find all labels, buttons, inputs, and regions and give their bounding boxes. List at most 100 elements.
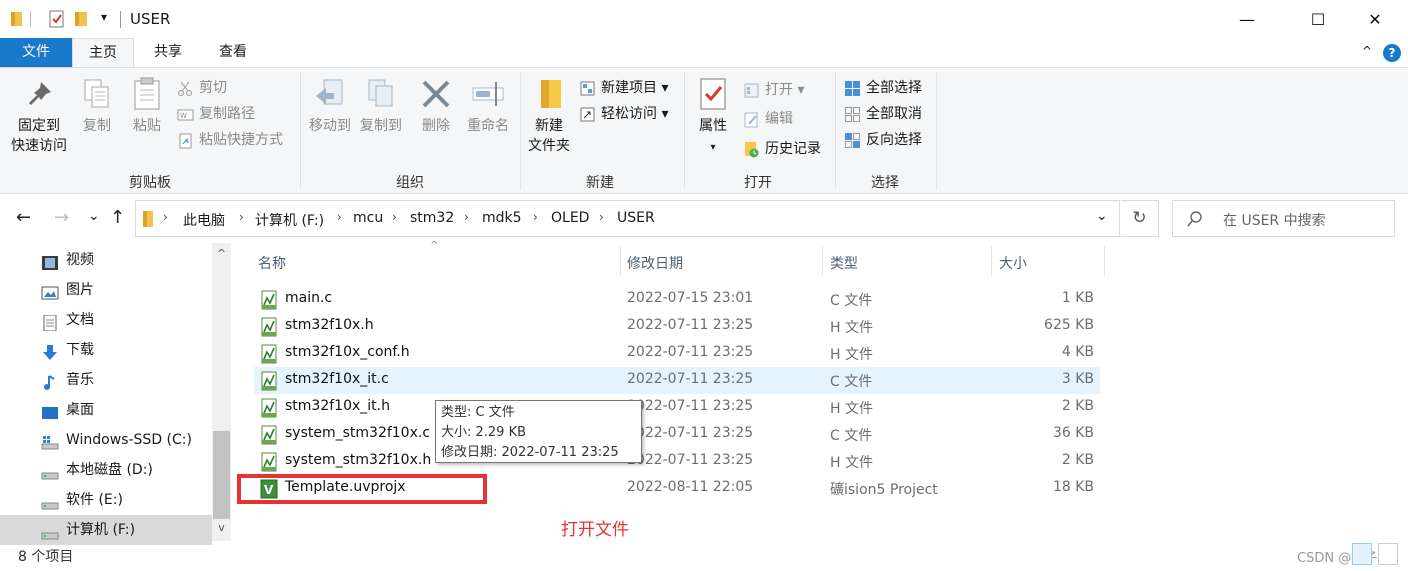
close-button[interactable]: ✕	[1352, 0, 1398, 38]
copy-path-button[interactable]: W 复制路径	[177, 103, 255, 125]
pin-to-quick-access-button[interactable]: 固定到 快速访问	[6, 76, 72, 156]
new-folder-button[interactable]: 新建 文件夹	[524, 76, 574, 156]
sidebar-item-drive-c[interactable]: Windows-SSD (C:)	[0, 425, 212, 455]
copy-button[interactable]: 复制	[74, 76, 120, 136]
group-separator	[835, 72, 836, 190]
breadcrumb-arrow[interactable]: ›	[337, 210, 342, 224]
breadcrumb-oled[interactable]: OLED	[551, 210, 589, 226]
maximize-button[interactable]: ☐	[1295, 0, 1341, 38]
column-divider[interactable]	[822, 246, 823, 276]
breadcrumb-mcu[interactable]: mcu	[353, 210, 383, 226]
paste-button[interactable]: 粘贴	[124, 76, 170, 136]
sidebar-item-downloads[interactable]: 下载	[0, 335, 212, 365]
navigation-pane: 视频 图片 文档 下载 音乐 桌面 Windows-SSD (C:) 本地磁盘 …	[0, 243, 232, 545]
column-header-name[interactable]: 名称	[258, 253, 286, 273]
tab-home[interactable]: 主页	[72, 38, 134, 67]
breadcrumb-this-pc[interactable]: 此电脑	[183, 210, 225, 230]
column-header-type[interactable]: 类型	[830, 253, 858, 273]
history-button[interactable]: 历史记录	[743, 138, 821, 160]
easy-access-button[interactable]: 轻松访问 ▾	[579, 103, 668, 125]
sidebar-item-desktop[interactable]: 桌面	[0, 395, 212, 425]
properties-check-icon[interactable]	[48, 10, 66, 32]
column-header-size[interactable]: 大小	[999, 253, 1027, 273]
help-icon[interactable]: ?	[1383, 44, 1401, 62]
breadcrumb-mdk5[interactable]: mdk5	[482, 210, 522, 226]
select-all-button[interactable]: 全部选择	[844, 77, 922, 99]
large-icons-view-button[interactable]	[1378, 543, 1398, 565]
breadcrumb-arrow[interactable]: ›	[239, 210, 244, 224]
file-row[interactable]: stm32f10x_it.c 2022-07-11 23:25 C 文件 3 K…	[254, 367, 1100, 394]
column-header-date[interactable]: 修改日期	[627, 253, 683, 273]
delete-button[interactable]: 删除	[416, 76, 456, 136]
quick-access-dropdown[interactable]: ▾	[101, 10, 107, 24]
breadcrumb-arrow[interactable]: ›	[599, 210, 604, 224]
column-divider[interactable]	[991, 246, 992, 276]
back-button[interactable]: ←	[16, 207, 31, 228]
file-name: system_stm32f10x.c	[285, 425, 431, 441]
sidebar-item-drive-d[interactable]: 本地磁盘 (D:)	[0, 455, 212, 485]
search-box[interactable]: 在 USER 中搜索	[1172, 200, 1395, 237]
column-divider[interactable]	[1104, 246, 1105, 276]
sidebar-scroll-thumb[interactable]	[213, 431, 230, 519]
h-file-icon	[260, 317, 278, 337]
sidebar-scroll-up[interactable]: ^	[212, 247, 231, 260]
file-row[interactable]: stm32f10x_conf.h 2022-07-11 23:25 H 文件 4…	[254, 340, 1100, 367]
tooltip-date: 修改日期: 2022-07-11 23:25	[441, 445, 619, 460]
rename-button[interactable]: 重命名	[463, 76, 513, 136]
delete-label: 删除	[422, 118, 450, 134]
file-row[interactable]: system_stm32f10x.c 2022-07-11 23:25 C 文件…	[254, 421, 1100, 448]
open-button[interactable]: 打开 ▾	[743, 79, 804, 101]
svg-text:W: W	[180, 112, 187, 120]
breadcrumb-user[interactable]: USER	[617, 210, 655, 226]
breadcrumb-stm32[interactable]: stm32	[410, 210, 454, 226]
breadcrumb-drive-f[interactable]: 计算机 (F:)	[255, 210, 324, 230]
tab-view[interactable]: 查看	[202, 38, 264, 67]
breadcrumb-arrow[interactable]: ›	[533, 210, 538, 224]
file-row[interactable]: stm32f10x_it.h 2022-07-11 23:25 H 文件 2 K…	[254, 394, 1100, 421]
sidebar-item-pictures[interactable]: 图片	[0, 275, 212, 305]
move-to-button[interactable]: 移动到	[305, 76, 355, 136]
sidebar-item-drive-f[interactable]: 计算机 (F:)	[0, 515, 212, 545]
collapse-ribbon-icon[interactable]: ^	[1362, 44, 1372, 58]
invert-selection-icon	[844, 132, 861, 149]
status-item-count: 8 个项目	[18, 549, 74, 565]
recent-locations-button[interactable]: ⌄	[88, 208, 100, 224]
file-name: stm32f10x_it.c	[285, 371, 389, 387]
address-bar[interactable]: › 此电脑 › 计算机 (F:) › mcu › stm32 › mdk5 › …	[135, 200, 1120, 237]
paste-shortcut-button[interactable]: 粘贴快捷方式	[177, 129, 283, 151]
new-folder-quick-icon[interactable]	[74, 10, 90, 32]
copy-to-button[interactable]: 复制到	[356, 76, 406, 136]
column-divider[interactable]	[620, 246, 621, 276]
tab-file[interactable]: 文件	[0, 38, 72, 67]
file-type: H 文件	[830, 455, 873, 471]
file-row[interactable]: system_stm32f10x.h 2022-07-11 23:25 H 文件…	[254, 448, 1100, 475]
search-input[interactable]: 在 USER 中搜索	[1223, 210, 1326, 230]
tooltip-size: 大小: 2.29 KB	[441, 425, 527, 440]
cut-button[interactable]: 剪切	[177, 77, 227, 99]
select-none-button[interactable]: 全部取消	[844, 103, 922, 125]
forward-button[interactable]: →	[54, 207, 69, 228]
edit-button[interactable]: 编辑	[743, 108, 793, 130]
sidebar-item-videos[interactable]: 视频	[0, 245, 212, 275]
sidebar-item-documents[interactable]: 文档	[0, 305, 212, 335]
up-button[interactable]: ↑	[110, 207, 125, 228]
h-file-icon	[260, 344, 278, 364]
file-row[interactable]: main.c 2022-07-15 23:01 C 文件 1 KB	[254, 286, 1100, 313]
properties-button[interactable]: 属性 ▾	[690, 76, 736, 158]
new-item-button[interactable]: 新建项目 ▾	[579, 77, 668, 99]
breadcrumb-arrow[interactable]: ›	[392, 210, 397, 224]
breadcrumb-arrow[interactable]: ›	[163, 210, 168, 224]
refresh-button[interactable]: ↻	[1121, 200, 1159, 237]
file-row[interactable]: stm32f10x.h 2022-07-11 23:25 H 文件 625 KB	[254, 313, 1100, 340]
invert-selection-button[interactable]: 反向选择	[844, 129, 922, 151]
address-dropdown-icon[interactable]: ⌄	[1096, 208, 1108, 224]
file-type: C 文件	[830, 293, 873, 309]
properties-dropdown-icon[interactable]: ▾	[710, 142, 715, 153]
details-view-button[interactable]	[1352, 543, 1372, 565]
sidebar-scroll-down[interactable]: v	[212, 521, 231, 534]
tab-share[interactable]: 共享	[138, 38, 198, 67]
sidebar-item-music[interactable]: 音乐	[0, 365, 212, 395]
sidebar-item-drive-e[interactable]: 软件 (E:)	[0, 485, 212, 515]
breadcrumb-arrow[interactable]: ›	[464, 210, 469, 224]
minimize-button[interactable]: —	[1224, 0, 1270, 38]
